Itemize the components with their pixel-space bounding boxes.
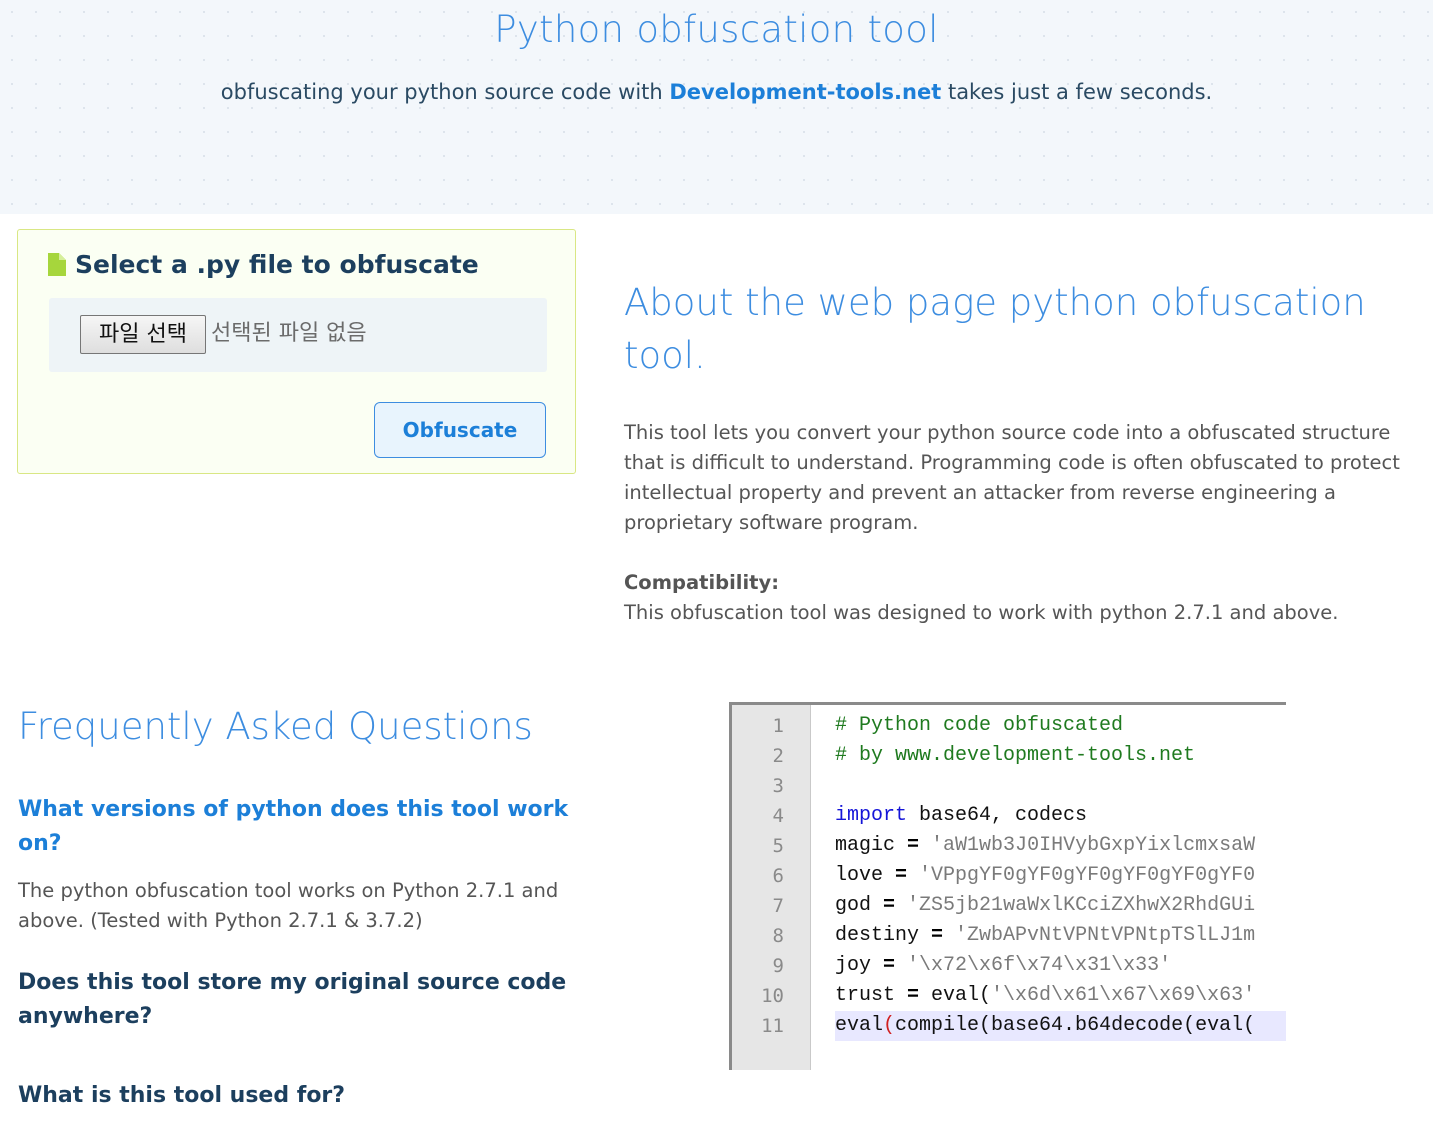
line-number: 11 — [761, 1015, 784, 1037]
code-line: import base64, codecs — [835, 804, 1088, 827]
code-line: magic = 'aW1wb3J0IHVybGxpYixlcmxsaW — [835, 834, 1256, 857]
choose-file-button[interactable]: 파일 선택 — [80, 315, 206, 354]
file-icon — [48, 253, 66, 276]
code-line: love = 'VPpgYF0gYF0gYF0gYF0gYF0gYF0 — [835, 864, 1256, 887]
line-number: 8 — [772, 925, 784, 947]
faq-question-versions[interactable]: What versions of python does this tool w… — [18, 793, 578, 861]
upload-panel: Select a .py file to obfuscate 파일 선택 선택된… — [17, 229, 576, 474]
upload-heading-text: Select a .py file to obfuscate — [75, 250, 479, 279]
faq-question-usage[interactable]: What is this tool used for? — [18, 1079, 578, 1113]
line-number: 1 — [772, 715, 784, 737]
code-line: god = 'ZS5jb21waWxlKCciZXhwX2RhdGUi — [835, 894, 1256, 917]
code-line: # by www.development-tools.net — [835, 744, 1196, 767]
file-status-text: 선택된 파일 없음 — [211, 321, 367, 346]
faq-title: Frequently Asked Questions — [18, 705, 533, 748]
about-description: This tool lets you convert your python s… — [624, 421, 1400, 534]
hero-subtitle-before: obfuscating your python source code with — [220, 80, 670, 104]
code-line: destiny = 'ZwbAPvNtVPNtVPNtpTSlLJ1m — [835, 924, 1256, 947]
compatibility-text: This obfuscation tool was designed to wo… — [624, 601, 1339, 624]
brand-link[interactable]: Development-tools.net — [669, 80, 941, 104]
compatibility-label: Compatibility: — [624, 571, 779, 594]
upload-heading: Select a .py file to obfuscate — [48, 250, 479, 279]
code-line: eval(compile(base64.b64decode(eval( — [835, 1011, 1286, 1041]
line-number: 7 — [772, 895, 784, 917]
obfuscate-button[interactable]: Obfuscate — [374, 402, 546, 458]
file-input-area: 파일 선택 선택된 파일 없음 — [49, 298, 547, 372]
line-number: 4 — [772, 805, 784, 827]
about-title: About the web page python obfuscation to… — [624, 281, 1366, 377]
line-number: 2 — [772, 745, 784, 767]
hero-subtitle-after: takes just a few seconds. — [941, 80, 1213, 104]
line-number: 9 — [772, 955, 784, 977]
code-line: trust = eval('\x6d\x61\x67\x69\x63' — [835, 984, 1256, 1007]
code-sample-image: 1 2 3 4 5 6 7 8 9 10 11 # Python code ob… — [729, 702, 1286, 1070]
line-number: 3 — [772, 775, 784, 797]
line-number: 10 — [761, 985, 784, 1007]
page-title: Python obfuscation tool — [494, 8, 939, 51]
line-number-gutter: 1 2 3 4 5 6 7 8 9 10 11 — [732, 705, 811, 1070]
code-line: # Python code obfuscated — [835, 714, 1124, 737]
hero-banner: Python obfuscation tool obfuscating your… — [0, 0, 1433, 214]
faq-question-storage[interactable]: Does this tool store my original source … — [18, 966, 578, 1034]
line-number: 6 — [772, 865, 784, 887]
line-number: 5 — [772, 835, 784, 857]
hero-subtitle: obfuscating your python source code with… — [0, 80, 1433, 104]
code-line: joy = '\x72\x6f\x74\x31\x33' — [835, 954, 1172, 977]
faq-answer-versions: The python obfuscation tool works on Pyt… — [18, 879, 559, 932]
